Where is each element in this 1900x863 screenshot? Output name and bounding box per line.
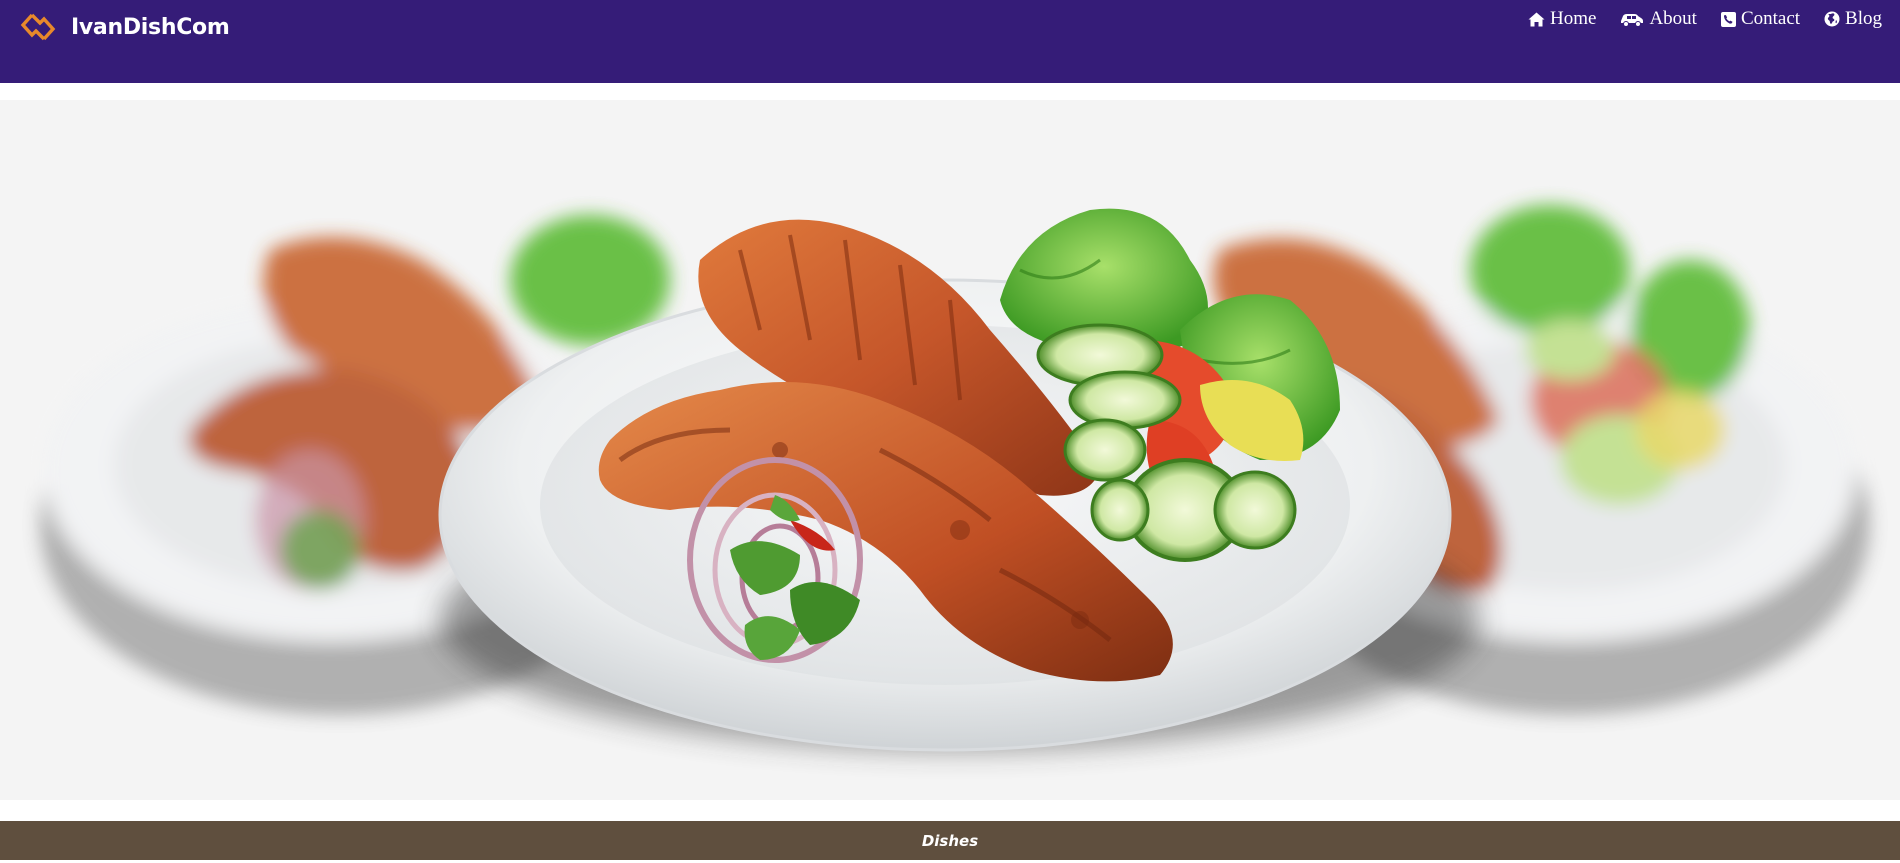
main-nav: Home About Contact Blog	[1504, 8, 1882, 30]
brand-link[interactable]: IvanDishCom	[19, 9, 230, 45]
nav-home-label: Home	[1550, 8, 1597, 29]
nav-blog[interactable]: Blog	[1824, 8, 1882, 30]
nav-contact-label: Contact	[1740, 8, 1801, 29]
section-title: Dishes	[921, 831, 979, 850]
nav-about[interactable]: About	[1620, 8, 1697, 30]
diamond-link-logo-icon	[20, 13, 56, 41]
phone-icon	[1720, 11, 1736, 27]
hero-food-image	[0, 100, 1900, 800]
globe-icon	[1824, 11, 1840, 27]
brand-name: IvanDishCom	[71, 14, 230, 40]
navbar: IvanDishCom Home About Contact Blog	[0, 0, 1900, 83]
nav-about-label: About	[1649, 8, 1697, 29]
hero-banner	[0, 100, 1900, 800]
nav-contact[interactable]: Contact	[1720, 8, 1801, 30]
nav-home[interactable]: Home	[1528, 8, 1596, 30]
dishes-section-header: Dishes	[0, 821, 1900, 860]
nav-blog-label: Blog	[1845, 8, 1882, 29]
home-icon	[1528, 12, 1545, 26]
about-car-icon	[1621, 14, 1644, 27]
